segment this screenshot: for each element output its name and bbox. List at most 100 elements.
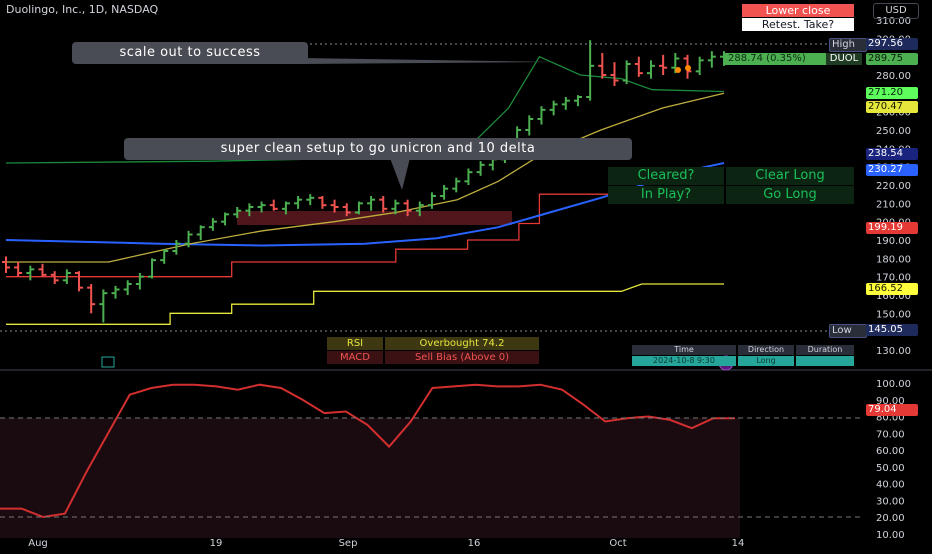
price-tick-label: 190.00 (876, 236, 911, 247)
price-bar (659, 54, 668, 75)
time-tick-label: Oct (609, 538, 626, 549)
price-bar (537, 106, 546, 125)
setup-note[interactable]: super clean setup to go unicron and 10 d… (124, 138, 632, 160)
time-tick-label: Aug (28, 538, 48, 549)
status-duration-header: Duration (796, 345, 854, 355)
price-bar (379, 196, 388, 213)
time-tick-label: 19 (210, 538, 223, 549)
band-line (6, 283, 724, 325)
callout-pointer (300, 58, 560, 64)
price-bar (306, 194, 315, 206)
rsi-label-cell: RSI (327, 337, 383, 350)
clear-long-cell: Clear Long (726, 167, 854, 185)
last-price-inline: 288.74 (0.35%) (724, 53, 828, 65)
high-label-tag: High (829, 38, 867, 52)
price-bar (464, 168, 473, 185)
price-bar (123, 280, 132, 295)
ticker-tag: DUOL (826, 53, 862, 65)
price-bar (148, 258, 157, 279)
price-bar (646, 60, 655, 79)
price-bar (269, 199, 278, 211)
price-bar (367, 196, 376, 211)
price-bar (221, 212, 230, 226)
tag-166: 166.52 (866, 283, 918, 295)
rsi-tick-label: 100.00 (876, 379, 911, 390)
rsi-tick-label: 50.00 (876, 463, 905, 474)
price-bar (561, 97, 570, 110)
price-bar (573, 95, 582, 107)
price-tick-label: 130.00 (876, 346, 911, 357)
price-bar (427, 192, 436, 209)
price-bar (160, 249, 169, 264)
price-bar (208, 218, 217, 231)
go-long-cell: Go Long (726, 186, 854, 204)
tag-270: 270.47 (866, 101, 918, 113)
high-value-tag: 297.56 (866, 38, 918, 50)
currency-button[interactable]: USD (873, 3, 919, 19)
last-price-tag: 289.75 (866, 53, 918, 65)
price-bar (634, 56, 643, 77)
chart-title: Duolingo, Inc., 1D, NASDAQ (6, 3, 159, 16)
tag-230: 230.27 (866, 164, 918, 176)
status-time-header: Time (632, 345, 736, 355)
status-time-value: 2024-10-8 9:30 (632, 356, 736, 366)
rsi-tick-label: 60.00 (876, 446, 905, 457)
price-bar (318, 196, 327, 209)
rsi-value-cell: Overbought 74.2 (385, 337, 539, 350)
rsi-tick-label: 30.00 (876, 496, 905, 507)
status-direction-value: Long (738, 356, 794, 366)
rsi-tick-label: 10.00 (876, 530, 905, 541)
status-direction-header: Direction (738, 345, 794, 355)
macd-label-cell: MACD (327, 351, 383, 364)
price-bar (707, 51, 716, 68)
price-bar (87, 284, 96, 314)
price-bar (135, 273, 144, 290)
price-bar (622, 60, 631, 85)
lower-close-box: Lower close (742, 4, 854, 17)
time-tick-label: 16 (468, 538, 481, 549)
logo-icon (101, 356, 115, 368)
price-bar (452, 177, 461, 193)
price-bar (476, 161, 485, 176)
price-tick-label: 210.00 (876, 199, 911, 210)
price-bar (440, 185, 449, 200)
price-bar (75, 271, 84, 292)
callout-pointer-2 (390, 158, 410, 190)
scale-out-note[interactable]: scale out to success (72, 42, 308, 64)
low-value-tag: 145.05 (866, 324, 918, 336)
chart-canvas[interactable]: 310.00300.00290.00280.00270.00260.00250.… (0, 0, 932, 550)
price-bar (14, 262, 23, 277)
price-bar (111, 285, 120, 299)
entry-marker (675, 67, 681, 73)
demand-zone (237, 211, 512, 225)
status-duration-value (796, 356, 854, 366)
price-bar (549, 100, 558, 116)
time-axis[interactable]: Aug 19 Sep 16 Oct 14 (28, 538, 744, 549)
rsi-tick-label: 40.00 (876, 480, 905, 491)
price-bar (38, 263, 47, 277)
low-label-tag: Low (829, 324, 867, 338)
macd-value-cell: Sell Bias (Above 0) (385, 351, 539, 364)
retest-box: Retest. Take? (742, 18, 854, 31)
price-axis[interactable]: 310.00300.00290.00280.00270.00260.00250.… (876, 16, 911, 357)
price-bar (99, 289, 108, 323)
rsi-tick-label: 70.00 (876, 429, 905, 440)
price-tick-label: 220.00 (876, 181, 911, 192)
in-play-cell: In Play? (608, 186, 724, 204)
band-line (6, 193, 724, 278)
entry-marker-2 (685, 65, 691, 71)
price-tick-label: 150.00 (876, 309, 911, 320)
time-tick-label: 14 (732, 538, 745, 549)
cleared-cell: Cleared? (608, 167, 724, 185)
price-bar (26, 265, 35, 281)
price-bar (294, 196, 303, 209)
time-tick-label: Sep (339, 538, 358, 549)
price-bar (525, 115, 534, 136)
rsi-tick-label: 20.00 (876, 513, 905, 524)
rsi-zone (0, 418, 740, 538)
tag-238: 238.54 (866, 148, 918, 160)
price-tick-label: 180.00 (876, 254, 911, 265)
price-bar (610, 62, 619, 86)
price-bar (196, 225, 205, 240)
chart-stage: 310.00300.00290.00280.00270.00260.00250.… (0, 0, 932, 550)
